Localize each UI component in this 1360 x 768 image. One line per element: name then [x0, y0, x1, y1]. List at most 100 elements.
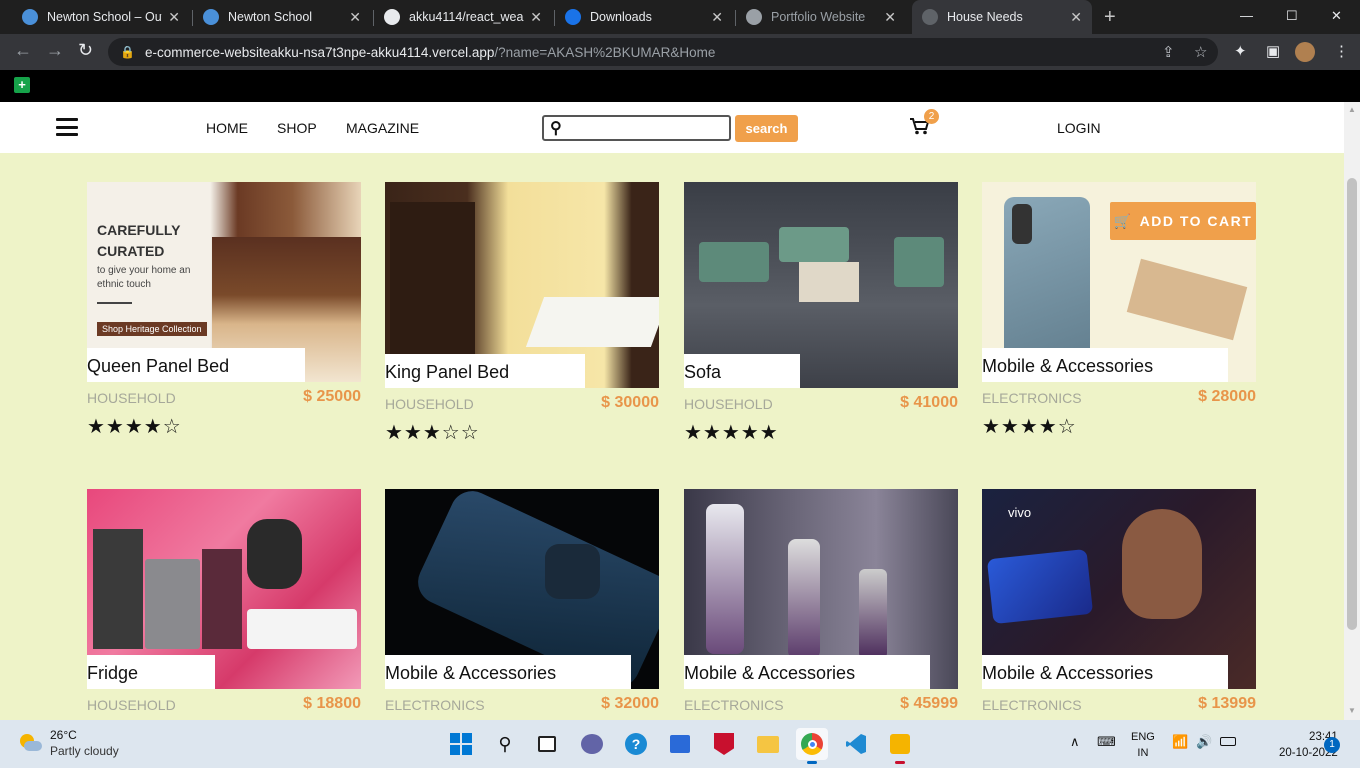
tab-newton-school[interactable]: Newton School ✕ [193, 0, 371, 34]
minimize-icon[interactable]: — [1240, 8, 1253, 23]
product-price: $ 45999 [900, 695, 958, 712]
lock-icon: 🔒 [120, 45, 135, 59]
chrome-icon[interactable] [796, 728, 828, 764]
nav-shop[interactable]: SHOP [277, 120, 317, 136]
address-bar[interactable]: 🔒 e-commerce-websiteakku-nsa7t3npe-akku4… [108, 38, 1218, 66]
product-card[interactable]: Fridge HOUSEHOLD $ 18800 [87, 489, 361, 719]
product-price: $ 30000 [601, 394, 659, 411]
add-to-cart-button[interactable]: 🛒 ADD TO CART [1110, 202, 1256, 240]
close-icon[interactable]: ✕ [349, 9, 361, 26]
product-meta: ELECTRONICS $ 13999 [982, 695, 1256, 719]
product-price: $ 41000 [900, 394, 958, 411]
product-card[interactable]: King Panel Bed HOUSEHOLD $ 30000 ★★★☆☆ [385, 182, 659, 445]
profile-avatar-icon[interactable] [1295, 42, 1315, 62]
close-icon[interactable]: ✕ [1070, 9, 1082, 26]
scroll-up-icon[interactable]: ▲ [1348, 105, 1356, 114]
product-meta: HOUSEHOLD $ 41000 [684, 394, 958, 418]
product-price: $ 13999 [1198, 695, 1256, 712]
browser-toolbar: ← → ↻ 🔒 e-commerce-websiteakku-nsa7t3npe… [0, 34, 1360, 70]
login-link[interactable]: LOGIN [1057, 120, 1101, 136]
battery-icon[interactable] [1220, 734, 1236, 746]
nav-magazine[interactable]: MAGAZINE [346, 120, 419, 136]
bookmarks-bar: + [0, 70, 1360, 102]
reload-icon[interactable]: ↻ [78, 40, 93, 61]
file-explorer-icon[interactable] [752, 728, 784, 760]
product-category: HOUSEHOLD [87, 697, 176, 713]
product-card[interactable]: vivo Mobile & Accessories ELECTRONICS $ … [982, 489, 1256, 719]
nav-home[interactable]: HOME [206, 120, 248, 136]
github-icon [384, 9, 400, 25]
scroll-down-icon[interactable]: ▼ [1348, 706, 1356, 715]
close-icon[interactable]: ✕ [168, 9, 180, 26]
product-card[interactable]: Sofa HOUSEHOLD $ 41000 ★★★★★ [684, 182, 958, 445]
tab-github[interactable]: akku4114/react_wea ✕ [374, 0, 552, 34]
wifi-icon[interactable]: 📶 [1172, 734, 1188, 750]
forward-icon[interactable]: → [46, 40, 64, 61]
search-icon: ⚲ [550, 120, 562, 137]
windows-taskbar: 26°C Partly cloudy ⚲ ? ∧ ⌨ ENG IN 📶 🔊 23… [0, 720, 1360, 768]
banner-cta: Shop Heritage Collection [97, 322, 207, 336]
teams-chat-icon[interactable] [576, 728, 608, 760]
menu-icon[interactable]: ⋮ [1334, 42, 1349, 60]
keyboard-icon[interactable]: ⌨ [1097, 734, 1116, 750]
task-view-icon[interactable] [531, 728, 563, 760]
hamburger-menu-icon[interactable] [56, 118, 78, 136]
tab-house-needs[interactable]: House Needs ✕ [912, 0, 1092, 34]
product-title: Mobile & Accessories [982, 348, 1228, 382]
store-icon[interactable] [664, 728, 696, 760]
site-navbar: HOME SHOP MAGAZINE ⚲ search 2 LOGIN [0, 102, 1344, 153]
mcafee-icon[interactable] [708, 728, 740, 760]
start-icon[interactable] [445, 728, 477, 760]
tab-newton-outlook[interactable]: Newton School – Out ✕ [12, 0, 190, 34]
back-icon[interactable]: ← [14, 40, 32, 61]
close-icon[interactable]: ✕ [530, 9, 542, 26]
vscode-icon[interactable] [840, 728, 872, 760]
url-host: e-commerce-websiteakku-nsa7t3npe-akku411… [144, 44, 495, 60]
share-icon[interactable]: ⇪ [1162, 43, 1175, 61]
product-title: King Panel Bed [385, 354, 585, 388]
product-card[interactable]: Mobile & Accessories ELECTRONICS $ 32000 [385, 489, 659, 719]
notification-badge[interactable]: 1 [1324, 737, 1340, 753]
language-indicator[interactable]: ENG IN [1131, 729, 1155, 761]
sheets-icon[interactable]: + [14, 77, 30, 93]
sidebar-icon[interactable]: ▣ [1266, 42, 1280, 60]
globe-icon [922, 9, 938, 25]
product-title: Queen Panel Bed [87, 348, 305, 382]
volume-icon[interactable]: 🔊 [1196, 734, 1212, 750]
product-card[interactable]: 🛒 ADD TO CART Mobile & Accessories ELECTR… [982, 182, 1256, 439]
product-meta: ELECTRONICS $ 45999 [684, 695, 958, 719]
tab-portfolio[interactable]: Portfolio Website ✕ [736, 0, 906, 34]
new-tab-icon[interactable]: + [1104, 6, 1116, 29]
tab-title: Downloads [590, 10, 652, 24]
close-icon[interactable]: ✕ [884, 9, 896, 26]
search-input[interactable] [572, 119, 724, 137]
cart-icon: 🛒 [1113, 212, 1133, 229]
extensions-icon[interactable]: ✦ [1234, 42, 1247, 60]
newton-icon [203, 9, 219, 25]
weather-widget[interactable]: 26°C Partly cloudy [18, 727, 119, 759]
file-manager-icon[interactable] [884, 728, 916, 764]
search-icon[interactable]: ⚲ [489, 728, 521, 760]
product-card[interactable]: Mobile & Accessories ELECTRONICS $ 45999 [684, 489, 958, 719]
product-card[interactable]: CAREFULLY CURATED to give your home an eth… [87, 182, 361, 439]
page-scrollbar[interactable]: ▲ ▼ [1344, 102, 1360, 720]
product-title: Mobile & Accessories [982, 655, 1228, 689]
maximize-icon[interactable]: ☐ [1286, 8, 1298, 24]
product-price: $ 32000 [601, 695, 659, 712]
search-field: ⚲ [542, 115, 731, 141]
chevron-up-icon[interactable]: ∧ [1070, 734, 1080, 750]
product-category: ELECTRONICS [385, 697, 485, 713]
rating-stars: ★★★★★ [684, 422, 779, 444]
tab-downloads[interactable]: Downloads ✕ [555, 0, 733, 34]
newton-icon [22, 9, 38, 25]
tips-icon[interactable]: ? [620, 728, 652, 760]
search-button[interactable]: search [735, 115, 798, 142]
product-price: $ 18800 [303, 695, 361, 712]
banner-headline: CAREFULLY CURATED [97, 222, 181, 259]
product-category: ELECTRONICS [684, 697, 784, 713]
close-window-icon[interactable]: ✕ [1331, 8, 1342, 24]
close-icon[interactable]: ✕ [711, 9, 723, 26]
product-title: Mobile & Accessories [385, 655, 631, 689]
star-icon[interactable]: ☆ [1194, 43, 1207, 61]
scroll-thumb[interactable] [1347, 178, 1357, 630]
